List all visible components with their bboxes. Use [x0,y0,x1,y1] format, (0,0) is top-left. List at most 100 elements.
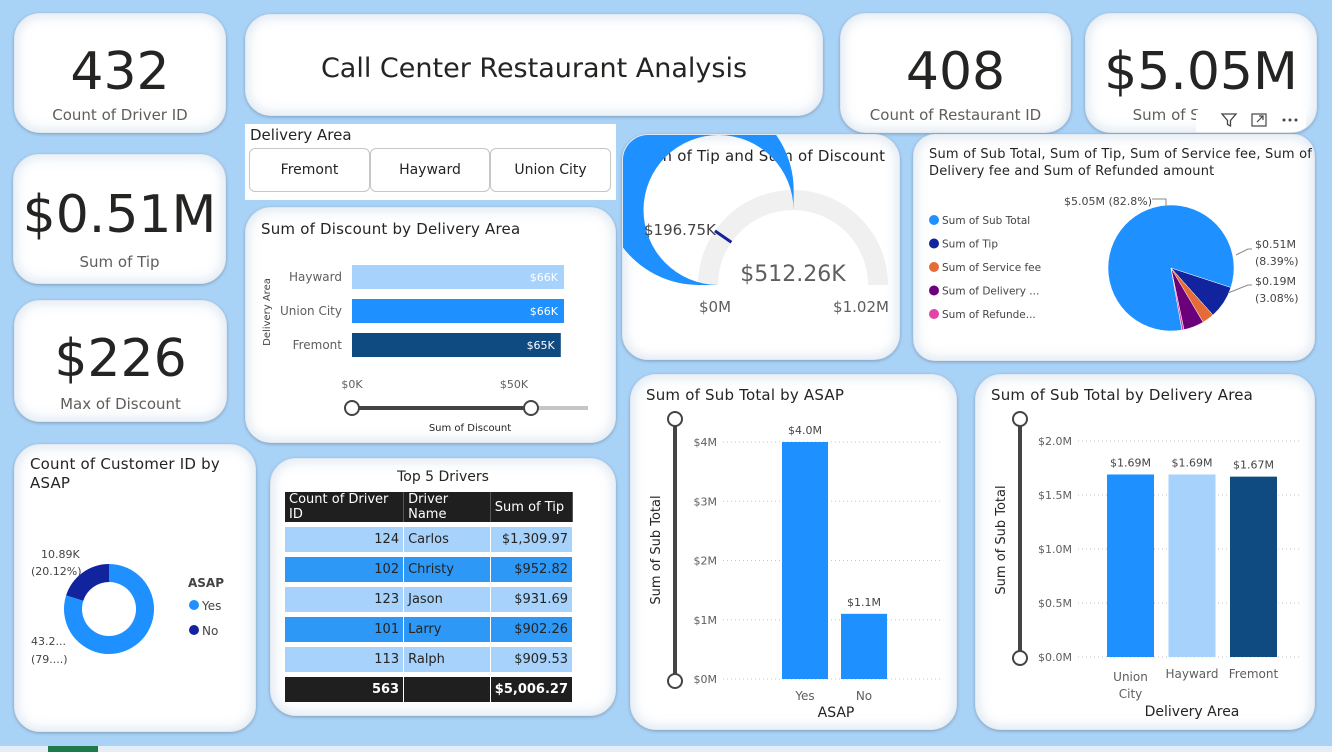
area-category-label: Union [1113,670,1148,684]
asap-zoom-slider-handle-bottom[interactable] [667,673,683,689]
area-bar-value: $1.69M [1110,456,1151,469]
area-category-label: Hayward [1166,667,1219,681]
discount-bar-value: $65K [527,339,556,352]
kpi-restaurant-count-value: 408 [905,42,1006,102]
kpi-max-discount-card: $226 Max of Discount [14,300,227,422]
donut-label-yes-2: (79....) [31,653,68,666]
pie-legend-marker [929,285,939,296]
area-bar[interactable] [1168,474,1216,657]
col-header-count[interactable]: Count of Driver ID [285,492,405,522]
kpi-tip-card: $0.51M Sum of Tip [13,154,226,284]
col-header-name[interactable]: Driver Name [404,492,491,522]
cell-count: 124 [285,527,405,552]
discount-zoom-slider-handle-end[interactable] [523,400,539,416]
area-bar-chart: Sum of Sub Total $0.0M $0.5M $1.0M $1.5M $2.… [994,411,1301,720]
total-tip: $5,006.27 [490,677,573,702]
area-zoom-slider-handle-bottom[interactable] [1012,650,1028,666]
focus-mode-icon[interactable] [1250,111,1268,132]
donut-label-yes-1: 43.2... [31,635,66,648]
asap-tick-label: $2M [694,555,718,568]
kpi-restaurant-count-card: 408 Count of Restaurant ID [840,13,1071,133]
pie-leader-fee [1227,284,1252,294]
more-options-icon[interactable] [1280,111,1300,132]
table-total-row: 563 $5,006.27 [285,677,573,702]
table-row[interactable]: 123 Jason $931.69 [285,587,573,612]
pie-legend-item[interactable]: Sum of Sub Total [942,215,1030,227]
pie-legend-marker [929,262,939,272]
cell-tip: $931.69 [490,587,573,612]
discount-zoom-slider-handle-start[interactable] [344,400,360,416]
pie-legend-marker [929,309,939,319]
pie-legend-marker [929,238,939,249]
kpi-subtotal-card: $5.05M Sum of Su [1085,13,1317,133]
area-bar[interactable] [1107,474,1154,657]
kpi-max-discount-value: $226 [54,329,187,389]
cell-count: 102 [285,557,405,582]
pie-legend-item[interactable]: Sum of Tip [942,239,998,251]
area-tick-label: $2.0M [1038,435,1072,448]
area-zoom-slider-handle-top[interactable] [1012,411,1028,427]
area-tick-label: $1.0M [1038,543,1072,556]
donut-card: Count of Customer ID by ASAP 10.89K (20.… [14,444,256,732]
discount-bar-value: $66K [530,271,559,284]
cell-name: Larry [404,617,491,642]
discount-tick-0: $0K [341,378,363,391]
slicer-title: Delivery Area [250,126,352,144]
delivery-area-slicer: Delivery Area Fremont Hayward Union City [245,124,616,200]
table-row[interactable]: 102 Christy $952.82 [285,557,573,582]
pie-leader-tip [1235,248,1252,256]
pie-label-tip-2: (8.39%) [1255,255,1299,268]
kpi-max-discount-label: Max of Discount [60,395,181,413]
kpi-tip-label: Sum of Tip [79,253,160,271]
donut-legend-yes-marker [189,600,199,610]
area-y-axis-label: Sum of Sub Total [994,485,1009,594]
page-title: Call Center Restaurant Analysis [320,53,748,84]
gauge-max-label: $1.02M [833,298,889,316]
pie-legend-item[interactable]: Sum of Refunde... [942,309,1036,321]
asap-chart-card: Sum of Sub Total by ASAP Sum of Sub Tota… [630,374,957,730]
table-row[interactable]: 113 Ralph $909.53 [285,647,573,672]
cell-tip: $909.53 [490,647,573,672]
page-tab-indicator[interactable] [48,746,98,752]
area-tick-label: $0.0M [1038,651,1072,664]
kpi-subtotal-value: $5.05M [1104,42,1298,102]
cell-count: 113 [285,647,405,672]
slicer-option-fremont[interactable]: Fremont [249,148,370,192]
kpi-tip-value: $0.51M [22,185,217,245]
cell-name: Carlos [404,527,491,552]
drivers-table-card: Top 5 Drivers Count of Driver ID Driver … [270,458,616,716]
area-bar[interactable] [1230,476,1277,657]
cell-tip: $952.82 [490,557,573,582]
filter-icon[interactable] [1220,111,1238,132]
discount-category-label: Union City [280,304,342,318]
cell-count: 123 [285,587,405,612]
table-row[interactable]: 101 Larry $902.26 [285,617,573,642]
discount-x-axis-label: Sum of Discount [429,423,511,434]
table-row[interactable]: 124 Carlos $1,309.97 [285,527,573,552]
discount-bar-value: $66K [530,305,559,318]
discount-y-axis-label: Delivery Area [262,278,273,346]
donut-label-no-2: (20.12%) [31,565,82,578]
kpi-restaurant-count-label: Count of Restaurant ID [869,106,1042,124]
pie-legend-item[interactable]: Sum of Service fee [942,262,1041,274]
pie-legend-marker [929,215,939,225]
asap-zoom-slider-handle-top[interactable] [667,411,683,427]
area-category-label: Fremont [1229,667,1279,681]
asap-bar[interactable] [782,442,828,679]
slicer-option-hayward[interactable]: Hayward [370,148,490,192]
pie-legend-item[interactable]: Sum of Delivery ... [942,286,1039,298]
gauge-min-label: $0M [699,298,731,316]
col-header-tip[interactable]: Sum of Tip [490,492,573,522]
asap-tick-label: $0M [694,673,718,686]
visual-header-toolbar [1196,110,1306,132]
discount-category-label: Fremont [293,338,343,352]
cell-count: 101 [285,617,405,642]
pie-label-subtotal: $5.05M (82.8%) [1064,195,1152,208]
kpi-driver-count-card: 432 Count of Driver ID [14,13,226,133]
slicer-option-union-city[interactable]: Union City [490,148,611,192]
area-bar-value: $1.67M [1233,459,1274,472]
asap-bar[interactable] [841,613,887,679]
cell-name: Christy [404,557,491,582]
cell-tip: $1,309.97 [490,527,573,552]
area-tick-label: $0.5M [1038,597,1072,610]
